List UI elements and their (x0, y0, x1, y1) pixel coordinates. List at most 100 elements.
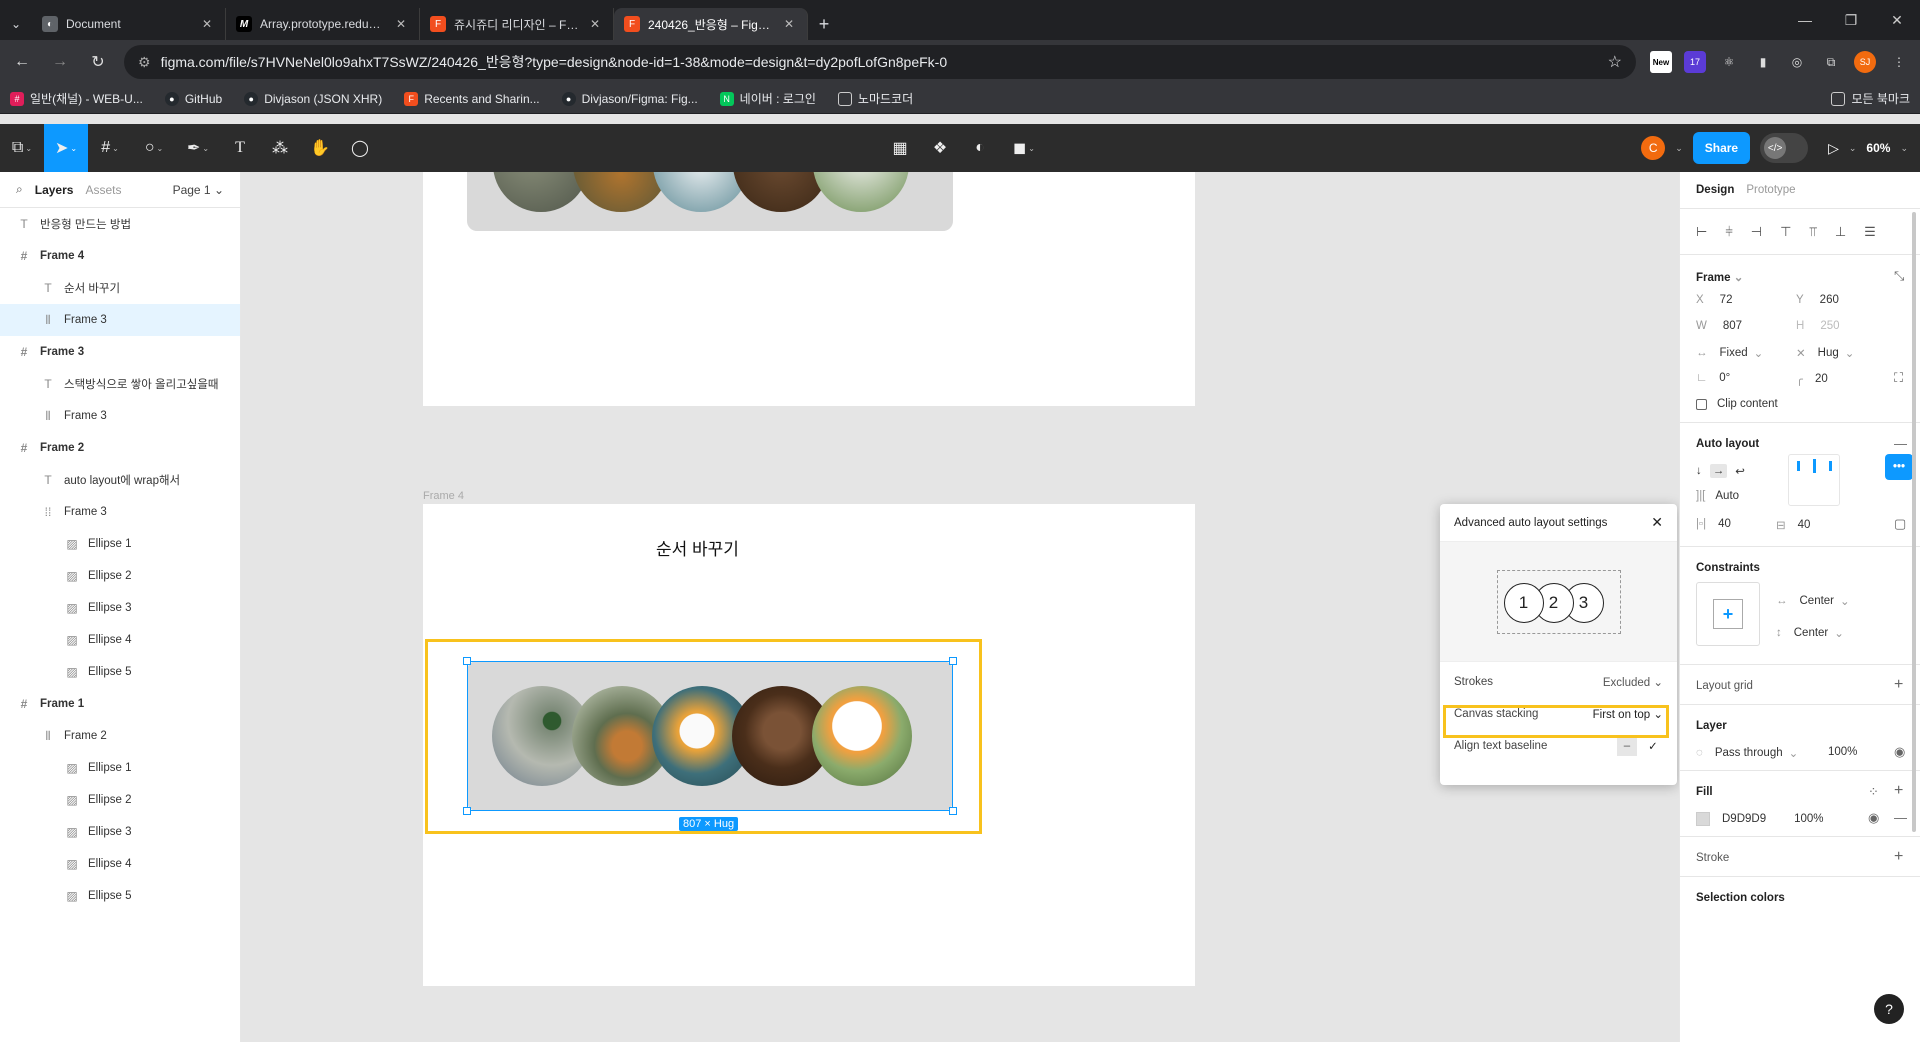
back-icon[interactable]: ← (10, 53, 34, 71)
close-icon[interactable]: ✕ (199, 17, 215, 31)
move-tool[interactable]: ➤ ⌄ (44, 124, 88, 172)
close-icon[interactable]: ✕ (393, 17, 409, 31)
fill-opacity[interactable]: 100% (1794, 813, 1823, 825)
dev-mode-toggle[interactable]: </> (1760, 133, 1809, 163)
browser-tab-3[interactable]: F 240426_반응형 – Figma ✕ (614, 8, 808, 40)
reload-icon[interactable]: ↻ (86, 52, 110, 72)
text-tool[interactable]: T (220, 124, 260, 172)
tab-layers[interactable]: Layers (35, 183, 74, 197)
help-button[interactable]: ? (1874, 994, 1904, 1024)
tab-search-button[interactable]: ⌄ (0, 8, 32, 40)
layer-row[interactable]: ▨ Ellipse 3 (0, 592, 240, 624)
zoom-level[interactable]: 60% (1866, 141, 1890, 155)
resize-handle[interactable] (463, 657, 471, 665)
align-right-icon[interactable]: ⊣ (1751, 224, 1762, 240)
hand-tool[interactable]: ✋ (300, 124, 340, 172)
auto-layout-suggest-button[interactable]: ▦ (880, 124, 920, 172)
alignment-matrix[interactable] (1788, 454, 1840, 506)
w-field[interactable]: W 807 (1696, 320, 1786, 332)
extension-badge-icon[interactable]: 17 (1684, 51, 1706, 73)
layer-row[interactable]: # Frame 1 (0, 688, 240, 720)
frame-3-auto-layout[interactable] (467, 172, 953, 231)
horizontal-direction-icon[interactable]: → (1709, 464, 1728, 478)
layer-row[interactable]: ▨ Ellipse 4 (0, 848, 240, 880)
bookmark-0[interactable]: # 일반(채널) - WEB-U... (10, 90, 143, 107)
align-center-h-icon[interactable]: ⫩ (1725, 224, 1732, 240)
bookmark-3[interactable]: F Recents and Sharin... (404, 91, 540, 106)
individual-padding-icon[interactable]: ▢ (1894, 516, 1906, 532)
layer-row[interactable]: # Frame 2 (0, 432, 240, 464)
shape-tool[interactable]: ○ ⌄ (132, 124, 176, 172)
y-field[interactable]: Y 260 (1796, 294, 1886, 306)
layer-row[interactable]: ⫴ Frame 3 (0, 304, 240, 336)
vertical-direction-icon[interactable]: ↓ (1696, 465, 1702, 477)
layer-row[interactable]: # Frame 4 (0, 240, 240, 272)
layer-row[interactable]: ⫴ Frame 3 (0, 400, 240, 432)
bookmark-4[interactable]: ● Divjason/Figma: Fig... (561, 91, 698, 106)
tab-assets[interactable]: Assets (85, 183, 121, 197)
create-component-button[interactable]: ❖ (920, 124, 960, 172)
puzzle-icon[interactable]: ⧉ (1820, 51, 1842, 73)
main-menu-button[interactable]: ⧉ ⌄ (0, 124, 44, 172)
present-icon[interactable]: ▷ (1828, 140, 1839, 157)
tab-design[interactable]: Design (1696, 184, 1734, 196)
kebab-menu-icon[interactable]: ⋮ (1888, 51, 1910, 73)
radius-field[interactable]: ╭ 20 (1796, 372, 1886, 386)
page-selector[interactable]: Page 1 ⌄ (173, 183, 224, 197)
padding-h-field[interactable]: |▫| 40 (1696, 518, 1786, 530)
resources-tool[interactable]: ⁂ (260, 124, 300, 172)
extension-new-icon[interactable]: New (1650, 51, 1672, 73)
bookmark-6[interactable]: 노마드코더 (837, 90, 913, 107)
browser-tab-2[interactable]: F 쥬시쥬디 리디자인 – Figma ✕ (420, 8, 614, 40)
align-left-icon[interactable]: ⊢ (1696, 224, 1707, 240)
layer-row[interactable]: Tauto layout에 wrap해서 (0, 464, 240, 496)
align-center-v-icon[interactable]: ⫪ (1809, 224, 1816, 240)
comment-tool[interactable]: ◯ (340, 124, 380, 172)
close-window-icon[interactable]: ✕ (1874, 12, 1920, 29)
height-mode-select[interactable]: ✕ Hug ⌄ (1796, 346, 1886, 360)
layer-row[interactable]: ⫴ Frame 2 (0, 720, 240, 752)
remove-fill-icon[interactable]: — (1894, 810, 1907, 825)
styles-icon[interactable]: ⁘ (1868, 784, 1879, 800)
layer-row[interactable]: ▨ Ellipse 2 (0, 784, 240, 816)
distribute-icon[interactable]: ☰ (1864, 224, 1876, 240)
constraint-h-select[interactable]: ↔ Center ⌄ (1776, 594, 1850, 608)
layer-row[interactable]: ▨ Ellipse 1 (0, 752, 240, 784)
frame-4-label[interactable]: Frame 4 (423, 490, 464, 502)
clip-content-checkbox[interactable] (1696, 398, 1707, 410)
bookmark-1[interactable]: ● GitHub (164, 91, 222, 106)
bookmark-2[interactable]: ● Divjason (JSON XHR) (244, 91, 382, 106)
blend-mode-select[interactable]: ◌ Pass through ⌄ (1696, 746, 1798, 760)
add-stroke-icon[interactable]: + (1894, 848, 1903, 866)
all-bookmarks[interactable]: 모든 북마크 (1831, 90, 1910, 107)
padding-v-field[interactable]: ⊟ 40 (1776, 518, 1866, 532)
frame-section-title[interactable]: Frame ⌄ (1696, 270, 1743, 284)
layer-row[interactable]: T 스택방식으로 쌓아 올리고싶을때 (0, 368, 240, 400)
layer-row[interactable]: # Frame 3 (0, 336, 240, 368)
remove-auto-layout-icon[interactable]: — (1894, 436, 1907, 451)
eye-icon[interactable]: ◉ (1868, 810, 1879, 826)
new-tab-button[interactable]: + (808, 8, 840, 40)
chevron-down-icon[interactable]: ⌄ (1849, 143, 1857, 154)
fill-swatch[interactable] (1696, 812, 1710, 826)
close-icon[interactable]: ✕ (1651, 514, 1663, 531)
align-top-icon[interactable]: ⊤ (1780, 224, 1791, 240)
browser-tab-1[interactable]: M Array.prototype.reduce() - JavaScript … (226, 8, 420, 40)
record-icon[interactable]: ◎ (1786, 51, 1808, 73)
layer-row[interactable]: ▨ Ellipse 2 (0, 560, 240, 592)
constraints-widget[interactable]: + (1696, 582, 1760, 646)
panel-scrollbar[interactable] (1912, 172, 1916, 872)
chevron-down-icon[interactable]: ⌄ (1900, 143, 1908, 154)
search-icon[interactable]: ⌕ (16, 182, 23, 197)
gap-field[interactable]: ]|[Auto (1696, 490, 1739, 502)
width-mode-select[interactable]: ↔ Fixed ⌄ (1696, 346, 1786, 360)
resize-handle[interactable] (949, 657, 957, 665)
forward-icon[interactable]: → (48, 53, 72, 71)
align-bottom-icon[interactable]: ⊥ (1835, 224, 1846, 240)
pen-tool[interactable]: ✒ ⌄ (176, 124, 220, 172)
browser-tab-0[interactable]: ◐ Document ✕ (32, 8, 226, 40)
layer-row[interactable]: ▨ Ellipse 4 (0, 624, 240, 656)
site-info-icon[interactable]: ⚙ (138, 54, 151, 71)
clip-content-row[interactable]: Clip content (1696, 398, 1778, 410)
advanced-settings-button[interactable]: ••• (1885, 454, 1913, 480)
